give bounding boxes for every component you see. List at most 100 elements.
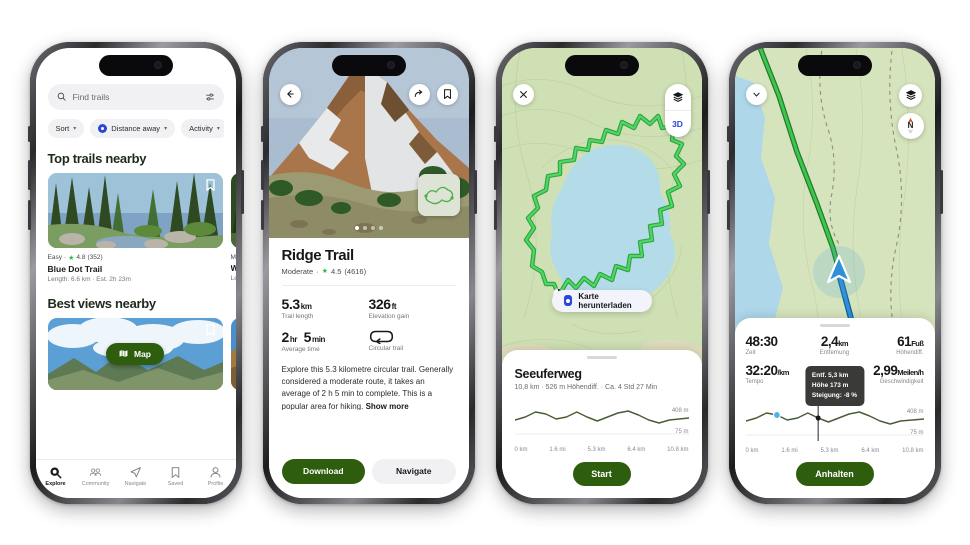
stat-label: Geschwindigkeit — [879, 378, 924, 385]
bookmark-icon[interactable] — [205, 323, 216, 342]
layers-button[interactable] — [899, 83, 922, 107]
mute-switch — [27, 125, 31, 142]
trail-card[interactable]: Mode Wate Lengt — [230, 172, 236, 283]
x-tick: 6.4 km — [627, 446, 646, 453]
stat-trail-length: 5.3km Trail length — [282, 296, 369, 320]
stat-label: Circular trail — [368, 344, 404, 352]
elevation-chart[interactable]: 408 m 75 m — [745, 398, 924, 447]
chevron-down-icon: ▾ — [73, 125, 77, 132]
trail-bottom-sheet[interactable]: Seeuferweg 10,8 km · 526 m Höhendiff. · … — [501, 349, 702, 498]
view-card[interactable]: Map — [47, 317, 223, 390]
filter-chip-distance[interactable]: Distance away ▾ — [90, 118, 176, 138]
tab-profile[interactable]: Profile — [197, 466, 235, 487]
show-more-link[interactable]: Show more — [366, 402, 409, 410]
mute-switch — [493, 125, 497, 142]
tab-saved[interactable]: Saved — [157, 466, 195, 487]
tune-icon[interactable] — [205, 92, 215, 102]
recording-bottom-sheet[interactable]: 48:30 Zeit 2,4km Entfernung 61Fuß Höhend… — [734, 317, 935, 498]
layers-icon — [905, 90, 916, 100]
power-button — [706, 169, 710, 214]
layers-button[interactable] — [665, 84, 691, 110]
stat-speed: 2,99Meilen/h Geschwindigkeit — [864, 363, 924, 385]
trail-meta: 10,8 km · 526 m Höhendiff. · Ca. 4 Std 2… — [514, 383, 658, 391]
stop-button[interactable]: Anhalten — [795, 461, 874, 486]
download-button[interactable]: Download — [281, 458, 365, 484]
stat-label: Average time — [281, 345, 320, 353]
star-icon: ★ — [68, 254, 75, 262]
cursor-dot — [815, 414, 821, 421]
dot[interactable] — [370, 225, 375, 230]
bookmark-icon — [443, 88, 451, 99]
elevation-max-label: 408 m — [906, 408, 924, 415]
bottom-tab-bar[interactable]: Explore Community Navigate Saved Profile — [35, 458, 236, 498]
trail-minimap[interactable] — [417, 173, 460, 216]
elevation-min-label: 75 m — [675, 428, 689, 435]
elevation-min-label: 75 m — [910, 429, 924, 436]
x-tick: 10.8 km — [902, 447, 924, 454]
back-button[interactable] — [279, 83, 301, 105]
elevation-chart[interactable]: 408 m 75 m — [514, 398, 689, 446]
bookmark-icon[interactable] — [205, 178, 216, 197]
tab-label: Profile — [207, 481, 224, 487]
trail-card[interactable]: Easy · ★ 4.8 (352) Blue Dot Trail Length… — [47, 172, 223, 283]
x-tick: 1.6 mi — [549, 446, 566, 453]
sheet-grabber[interactable] — [586, 355, 617, 359]
view-photo: Map — [47, 317, 223, 390]
tab-label: Community — [81, 481, 110, 487]
navigate-button[interactable]: Navigate — [372, 458, 456, 484]
power-button — [473, 169, 477, 214]
dot[interactable] — [362, 225, 367, 230]
sheet-grabber[interactable] — [819, 323, 850, 327]
map-button-label: Map — [134, 348, 151, 359]
trail-length-time: Lengt — [230, 274, 236, 282]
tab-community[interactable]: Community — [77, 466, 115, 487]
tab-explore[interactable]: Explore — [37, 466, 75, 487]
chevron-down-icon: ▾ — [216, 125, 220, 132]
hero-toolbar — [269, 83, 469, 105]
x-tick: 0 km — [745, 447, 759, 454]
save-button[interactable] — [436, 83, 458, 105]
download-badge-icon — [563, 295, 573, 306]
power-button — [939, 169, 943, 214]
stat-time: 48:30 Zeit — [746, 334, 805, 356]
tab-label: Navigate — [124, 481, 147, 487]
trail-photo — [230, 172, 236, 248]
map-controls-stack: 3D — [664, 83, 691, 137]
stat-label: Zeit — [745, 349, 756, 356]
filter-chip-activity[interactable]: Activity ▾ — [181, 118, 224, 138]
share-button[interactable] — [408, 83, 430, 105]
compass-button[interactable]: N — [897, 112, 924, 139]
x-tick: 5.3 km — [820, 447, 839, 454]
tooltip-distance: Entf. 5,3 km — [811, 371, 849, 379]
x-tick: 10.8 km — [667, 446, 689, 453]
close-button[interactable] — [512, 83, 534, 105]
filter-chip-sort[interactable]: Sort ▾ — [47, 118, 85, 138]
section-title-best-views: Best views nearby — [47, 295, 157, 311]
search-input[interactable]: Find trails — [47, 83, 224, 110]
tooltip-grade: Steigung: -8 % — [811, 391, 858, 399]
best-views-carousel[interactable]: Map — [47, 317, 236, 390]
collapse-button[interactable] — [745, 83, 767, 105]
map-toolbar: N — [735, 83, 935, 139]
3d-toggle-button[interactable]: 3D — [664, 109, 691, 137]
section-title-top-trails: Top trails nearby — [47, 150, 147, 166]
map-button[interactable]: Map — [106, 342, 164, 365]
stat-pace: 32:20/km Tempo — [746, 363, 805, 385]
phone-recording: N 48:30 Zeit 2,4km Entfernung 61Fuß Höhe… — [726, 41, 943, 504]
x-tick: 5.3 km — [587, 446, 606, 453]
view-card[interactable] — [230, 317, 236, 390]
photo-pagination-dots[interactable] — [354, 225, 383, 230]
start-button[interactable]: Start — [572, 461, 631, 486]
map-toolbar: 3D — [502, 83, 702, 137]
download-map-pill[interactable]: Karte herunterladen — [551, 289, 652, 312]
volume-up-button — [260, 159, 264, 190]
stat-label: Tempo — [745, 378, 764, 385]
explore-icon — [50, 467, 62, 479]
dot[interactable] — [354, 225, 359, 230]
volume-up-button — [27, 159, 31, 190]
top-trails-carousel[interactable]: Easy · ★ 4.8 (352) Blue Dot Trail Length… — [47, 172, 236, 283]
tab-navigate[interactable]: Navigate — [117, 466, 155, 487]
dot[interactable] — [378, 225, 383, 230]
elevation-x-axis: 0 km 1.6 mi 5.3 km 6.4 km 10.8 km — [515, 447, 689, 453]
community-icon — [89, 468, 102, 476]
